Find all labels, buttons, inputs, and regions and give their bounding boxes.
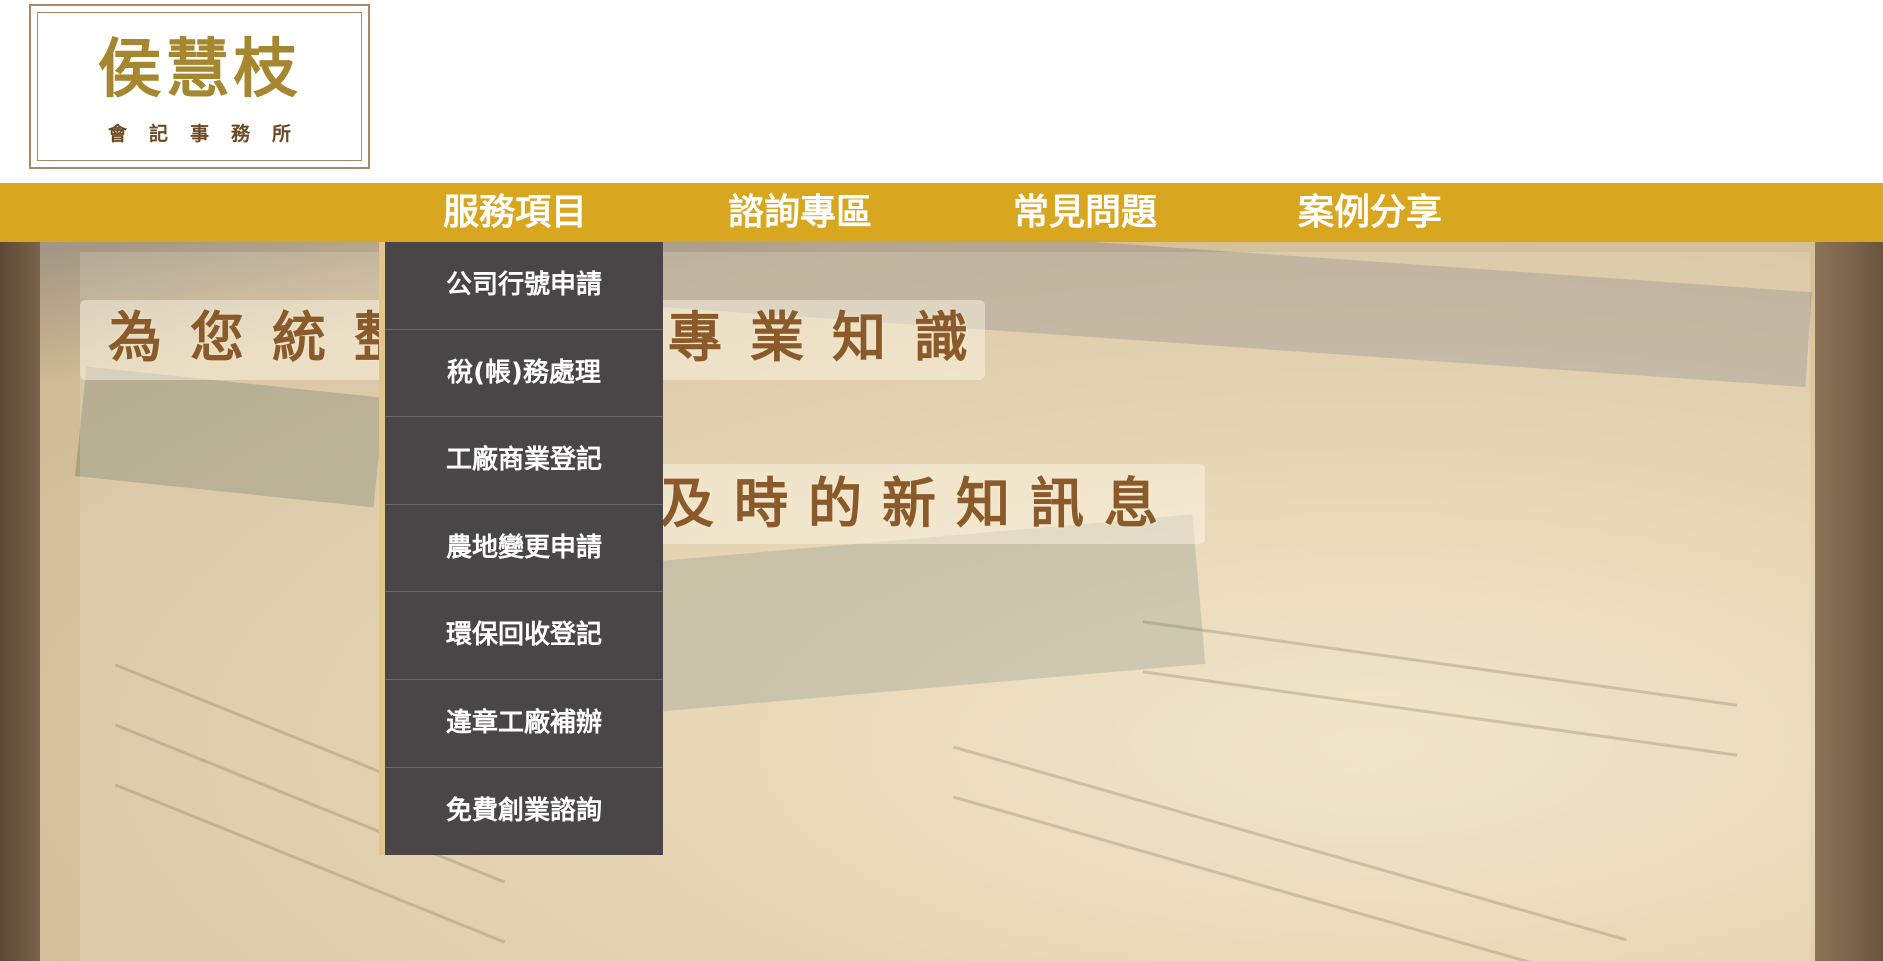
hero-right-edge xyxy=(1815,242,1883,961)
menu-item-illegal-factory[interactable]: 違章工廠補辦 xyxy=(385,680,663,768)
site-header: 侯慧枝 會記事務所 xyxy=(0,0,1883,183)
menu-item-farmland-change[interactable]: 農地變更申請 xyxy=(385,505,663,593)
logo-subtitle: 會記事務所 xyxy=(107,123,313,145)
nav-faq[interactable]: 常見問題 xyxy=(1013,183,1157,242)
nav-services[interactable]: 服務項目 xyxy=(443,183,587,242)
hero-headline-2: 及時的新知訊息 xyxy=(660,471,1178,535)
services-dropdown-menu: 公司行號申請 稅(帳)務處理 工廠商業登記 農地變更申請 環保回收登記 違章工廠… xyxy=(379,242,663,856)
menu-item-factory-registration[interactable]: 工廠商業登記 xyxy=(385,417,663,505)
hero-banner: 為您統整 專業知識 及時的新知訊息 xyxy=(0,242,1883,961)
menu-item-recycling-registration[interactable]: 環保回收登記 xyxy=(385,592,663,680)
nav-cases[interactable]: 案例分享 xyxy=(1298,183,1442,242)
menu-item-startup-consult[interactable]: 免費創業諮詢 xyxy=(385,768,663,856)
nav-consulting[interactable]: 諮詢專區 xyxy=(728,183,872,242)
hero-headline-1-right: 專業知識 xyxy=(668,305,996,369)
logo-name: 侯慧枝 xyxy=(97,32,302,107)
menu-item-tax-accounting[interactable]: 稅(帳)務處理 xyxy=(385,330,663,418)
main-nav: 服務項目 諮詢專區 常見問題 案例分享 xyxy=(0,183,1883,242)
site-logo[interactable]: 侯慧枝 會記事務所 xyxy=(29,4,370,169)
menu-item-company-registration[interactable]: 公司行號申請 xyxy=(385,242,663,330)
hero-left-edge xyxy=(0,242,40,961)
